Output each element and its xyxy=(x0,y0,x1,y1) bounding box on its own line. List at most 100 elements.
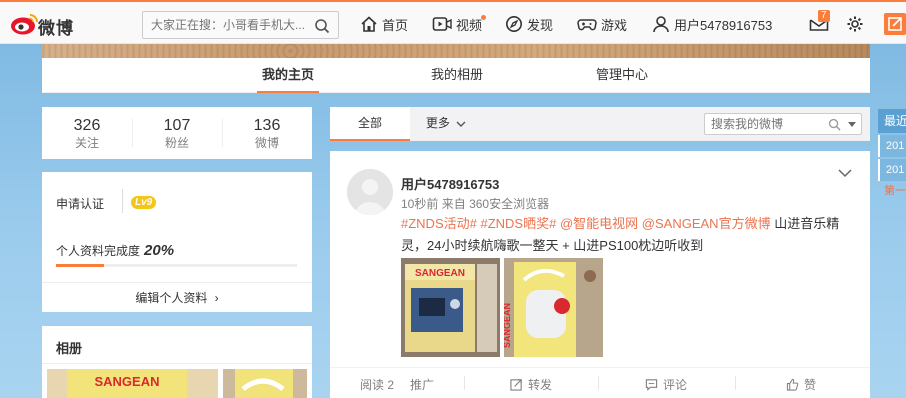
filter-tab-more[interactable]: 更多 xyxy=(416,107,476,141)
feed-search[interactable] xyxy=(704,113,862,135)
album-title[interactable]: 相册 xyxy=(56,338,82,357)
nav-game-label: 游戏 xyxy=(601,17,628,33)
global-search[interactable] xyxy=(142,11,339,39)
album-card: 相册 SANGEAN xyxy=(42,326,312,398)
search-icon[interactable] xyxy=(314,18,330,34)
logo-text[interactable]: 微博 xyxy=(38,14,74,39)
post-time[interactable]: 10秒前 xyxy=(401,197,438,211)
stat-posts-value: 136 xyxy=(253,117,281,134)
post-text-1: 山进音乐精 xyxy=(774,216,840,231)
divider xyxy=(464,376,465,390)
completeness-value: 20% xyxy=(144,242,175,259)
apply-verify-link[interactable]: 申请认证 xyxy=(56,195,104,212)
stat-followers-value: 107 xyxy=(163,117,191,134)
completeness-bar-fill xyxy=(56,264,105,267)
chevron-down-icon[interactable] xyxy=(838,169,852,178)
dropdown-arrow-icon[interactable] xyxy=(848,122,856,127)
mention-link[interactable]: @智能电视网 xyxy=(560,216,638,231)
nav-discover[interactable]: 发现 xyxy=(505,14,553,34)
write-post-button[interactable] xyxy=(884,13,906,35)
divider xyxy=(598,376,599,390)
post-photo-1-caption: SANGEAN xyxy=(415,268,465,279)
tab-my-album[interactable]: 我的相册 xyxy=(422,58,492,93)
tab-my-home[interactable]: 我的主页 xyxy=(257,58,319,93)
mention-link[interactable]: @SANGEAN官方微博 xyxy=(642,216,771,231)
nav-video-label: 视频 xyxy=(456,17,483,33)
comment-label: 评论 xyxy=(663,378,688,392)
search-icon[interactable] xyxy=(828,118,841,131)
nav-video[interactable]: 视频 xyxy=(432,14,482,34)
post-text-2: 灵，24小时续航嗨歌一整天 + 山进PS100枕边听收到 xyxy=(401,238,704,253)
user-icon xyxy=(653,16,669,33)
cover-banner xyxy=(42,44,870,58)
stat-posts-label: 微博 xyxy=(254,136,279,150)
search-input[interactable] xyxy=(143,12,308,38)
read-count-label: 阅读 2 xyxy=(360,378,395,392)
timeline-first-link[interactable]: 第一 xyxy=(884,182,906,198)
post-photo-2: SANGEAN xyxy=(504,258,603,357)
level-badge[interactable]: Lv9 xyxy=(131,196,157,209)
gamepad-icon xyxy=(577,19,597,31)
album-photo-1: SANGEAN xyxy=(47,369,218,398)
like-label: 赞 xyxy=(804,378,817,392)
home-icon xyxy=(361,16,377,32)
post-image[interactable]: SANGEAN xyxy=(401,258,500,357)
profile-tabs: 我的主页 我的相册 管理中心 xyxy=(42,58,870,93)
divider xyxy=(735,376,736,390)
comment-icon xyxy=(645,379,658,391)
timeline-year-item[interactable]: 201 xyxy=(878,159,906,181)
edit-profile-label: 编辑个人资料 xyxy=(135,291,208,305)
feed-search-input[interactable] xyxy=(705,114,825,134)
stat-following-label: 关注 xyxy=(74,136,99,150)
divider xyxy=(122,189,123,213)
edit-profile-button[interactable]: 编辑个人资料 › xyxy=(42,282,312,312)
stat-following[interactable]: 326 关注 xyxy=(42,117,132,151)
album-thumb[interactable]: SANGEAN xyxy=(47,369,218,398)
like-button[interactable]: 赞 xyxy=(786,376,816,393)
post-photo-1: SANGEAN xyxy=(401,258,500,357)
post-username[interactable]: 用户5478916753 xyxy=(401,174,499,193)
topic-link[interactable]: #ZNDS晒奖# xyxy=(480,216,556,231)
repost-button[interactable]: 转发 xyxy=(510,376,552,393)
timeline-year-item[interactable]: 201 xyxy=(878,135,906,157)
promote-button[interactable]: 推广 xyxy=(410,376,434,393)
topic-link[interactable]: #ZNDS活动# xyxy=(401,216,477,231)
profile-completeness: 个人资料完成度 20% xyxy=(56,242,174,259)
post-image[interactable]: SANGEAN xyxy=(504,258,603,357)
filter-tab-all[interactable]: 全部 xyxy=(330,107,410,141)
post-source[interactable]: 360安全浏览器 xyxy=(469,197,549,211)
gear-icon[interactable] xyxy=(846,15,864,33)
nav-home-label: 首页 xyxy=(382,17,409,33)
repost-label: 转发 xyxy=(528,378,553,392)
nav-game[interactable]: 游戏 xyxy=(577,14,627,34)
album-photo-1-caption: SANGEAN xyxy=(94,374,159,389)
post-actions: 阅读 2 推广 转发 评论 赞 xyxy=(330,367,870,398)
timeline-title: 最近 xyxy=(878,109,906,133)
thumbs-up-icon xyxy=(786,378,799,391)
stat-followers[interactable]: 107 粉丝 xyxy=(132,117,222,151)
feed-filter-bar: 全部 更多 xyxy=(330,107,870,141)
avatar[interactable] xyxy=(347,169,393,215)
nav-discover-label: 发现 xyxy=(527,17,554,33)
tab-admin-center[interactable]: 管理中心 xyxy=(587,58,657,93)
compass-icon xyxy=(506,16,522,32)
post-source-prefix: 来自 xyxy=(441,197,466,211)
profile-card: 申请认证 Lv9 个人资料完成度 20% 编辑个人资料 › xyxy=(42,172,312,312)
chevron-right-icon: › xyxy=(214,291,219,305)
album-thumb[interactable] xyxy=(223,369,307,398)
completeness-label: 个人资料完成度 xyxy=(56,244,141,258)
timeline-sidebar: 最近 201 201 第一 xyxy=(878,107,906,398)
post-photo-2-caption: SANGEAN xyxy=(504,303,512,348)
message-count-badge: 7 xyxy=(818,10,830,22)
comment-button[interactable]: 评论 xyxy=(645,376,687,393)
nav-user[interactable]: 用户5478916753 xyxy=(652,14,772,34)
nav-user-label: 用户5478916753 xyxy=(674,17,773,33)
post-content: #ZNDS活动# #ZNDS晒奖# @智能电视网 @SANGEAN官方微博 山进… xyxy=(401,213,851,257)
nav-home[interactable]: 首页 xyxy=(360,14,408,34)
filter-tab-more-label: 更多 xyxy=(425,116,450,130)
top-nav-bar: 微博 首页 视频 发现 xyxy=(0,0,906,44)
stat-followers-label: 粉丝 xyxy=(164,136,189,150)
album-photo-2 xyxy=(223,369,307,398)
stat-posts[interactable]: 136 微博 xyxy=(222,117,312,151)
read-count: 阅读 2 xyxy=(360,376,394,393)
